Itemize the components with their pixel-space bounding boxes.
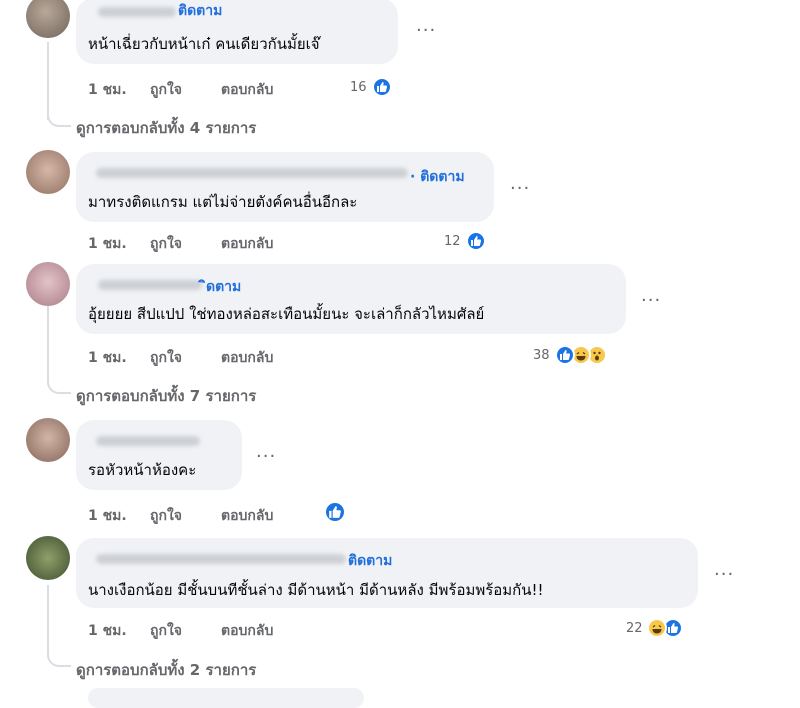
timestamp[interactable]: 1 ชม. bbox=[88, 620, 127, 642]
avatar[interactable] bbox=[26, 418, 70, 462]
haha-icon[interactable] bbox=[647, 618, 667, 638]
reply-link[interactable]: ตอบกลับ bbox=[221, 347, 273, 369]
view-replies-link[interactable]: ดูการตอบกลับทั้ง 7 รายการ bbox=[76, 384, 256, 408]
comment-actions: 1 ชม. ถูกใจ ตอบกลับ bbox=[88, 347, 348, 366]
comment-actions: 1 ชม. ถูกใจ ตอบกลับ bbox=[88, 233, 348, 252]
author-name[interactable] bbox=[96, 436, 200, 446]
more-options-icon[interactable]: ··· bbox=[256, 446, 276, 467]
avatar[interactable] bbox=[26, 536, 70, 580]
avatar[interactable] bbox=[26, 0, 70, 38]
timestamp[interactable]: 1 ชม. bbox=[88, 233, 127, 255]
like-icon[interactable] bbox=[555, 345, 575, 365]
comment-text: หน้าเฉี่ยวกับหน้าเก๋ คนเดียวกันมั้ยเจ๊ bbox=[88, 35, 320, 53]
comment-bubble: ติดตาม นางเงือกน้อย มีชั้นบนทีชั้นล่าง ม… bbox=[76, 538, 698, 608]
comment-actions: 1 ชม. ถูกใจ ตอบกลับ bbox=[88, 79, 348, 98]
comment-text: นางเงือกน้อย มีชั้นบนทีชั้นล่าง มีด้านหน… bbox=[88, 581, 544, 599]
like-link[interactable]: ถูกใจ bbox=[150, 347, 182, 369]
like-link[interactable]: ถูกใจ bbox=[150, 620, 182, 642]
more-options-icon[interactable]: ··· bbox=[510, 178, 530, 199]
like-icon[interactable] bbox=[372, 77, 392, 97]
follow-link[interactable]: · ติดตาม bbox=[410, 166, 465, 188]
like-link[interactable]: ถูกใจ bbox=[150, 79, 182, 101]
comment-bubble: รอหัวหน้าห้องคะ bbox=[76, 420, 242, 490]
like-link[interactable]: ถูกใจ bbox=[150, 505, 182, 527]
reaction-count[interactable]: 12 bbox=[444, 234, 461, 249]
like-icon[interactable] bbox=[324, 501, 346, 523]
avatar[interactable] bbox=[26, 262, 70, 306]
thread-curve bbox=[47, 105, 71, 127]
comment-text: อุ้ยยยย สีปแปป ใช่ทองหล่อสะเทือนมั้ยนะ จ… bbox=[88, 305, 485, 323]
like-icon[interactable] bbox=[466, 231, 486, 251]
follow-link[interactable]: ติดตาม bbox=[178, 0, 222, 22]
view-replies-link[interactable]: ดูการตอบกลับทั้ง 2 รายการ bbox=[76, 658, 256, 682]
timestamp[interactable]: 1 ชม. bbox=[88, 79, 127, 101]
reaction-count[interactable]: 16 bbox=[350, 80, 367, 95]
comment-text: มาทรงติดแกรม แต่ไม่จ่ายตังค์คนอื่นอีกละ bbox=[88, 193, 358, 211]
reply-link[interactable]: ตอบกลับ bbox=[221, 505, 273, 527]
reaction-count[interactable]: 22 bbox=[626, 621, 643, 636]
author-name[interactable] bbox=[98, 280, 202, 290]
comment-actions: 1 ชม. ถูกใจ ตอบกลับ bbox=[88, 505, 348, 524]
reply-link[interactable]: ตอบกลับ bbox=[221, 620, 273, 642]
timestamp[interactable]: 1 ชม. bbox=[88, 347, 127, 369]
author-name[interactable] bbox=[96, 168, 408, 178]
comment-bubble bbox=[88, 688, 364, 708]
reply-link[interactable]: ตอบกลับ bbox=[221, 233, 273, 255]
timestamp[interactable]: 1 ชม. bbox=[88, 505, 127, 527]
avatar[interactable] bbox=[26, 150, 70, 194]
more-options-icon[interactable]: ··· bbox=[714, 564, 734, 585]
author-name[interactable] bbox=[96, 554, 346, 564]
view-replies-link[interactable]: ดูการตอบกลับทั้ง 4 รายการ bbox=[76, 116, 256, 140]
reaction-count[interactable]: 38 bbox=[533, 348, 550, 363]
comment-text: รอหัวหน้าห้องคะ bbox=[88, 461, 197, 479]
follow-link[interactable]: ติดตาม bbox=[348, 550, 392, 572]
comment-bubble: ติดตาม หน้าเฉี่ยวกับหน้าเก๋ คนเดียวกันมั… bbox=[76, 0, 398, 64]
follow-link[interactable]: ิดตาม bbox=[206, 276, 241, 298]
comment-bubble: · ติดตาม มาทรงติดแกรม แต่ไม่จ่ายตังค์คนอ… bbox=[76, 152, 494, 222]
thread-line bbox=[47, 306, 49, 376]
more-options-icon[interactable]: ··· bbox=[641, 290, 661, 311]
like-link[interactable]: ถูกใจ bbox=[150, 233, 182, 255]
more-options-icon[interactable]: ··· bbox=[416, 20, 436, 41]
comment-bubble: ิดตาม อุ้ยยยย สีปแปป ใช่ทองหล่อสะเทือนมั… bbox=[76, 264, 626, 334]
author-name[interactable] bbox=[98, 7, 176, 17]
thread-line bbox=[47, 585, 49, 650]
reply-link[interactable]: ตอบกลับ bbox=[221, 79, 273, 101]
comment-actions: 1 ชม. ถูกใจ ตอบกลับ bbox=[88, 620, 348, 639]
thread-curve bbox=[47, 645, 71, 667]
thread-curve bbox=[47, 372, 71, 394]
